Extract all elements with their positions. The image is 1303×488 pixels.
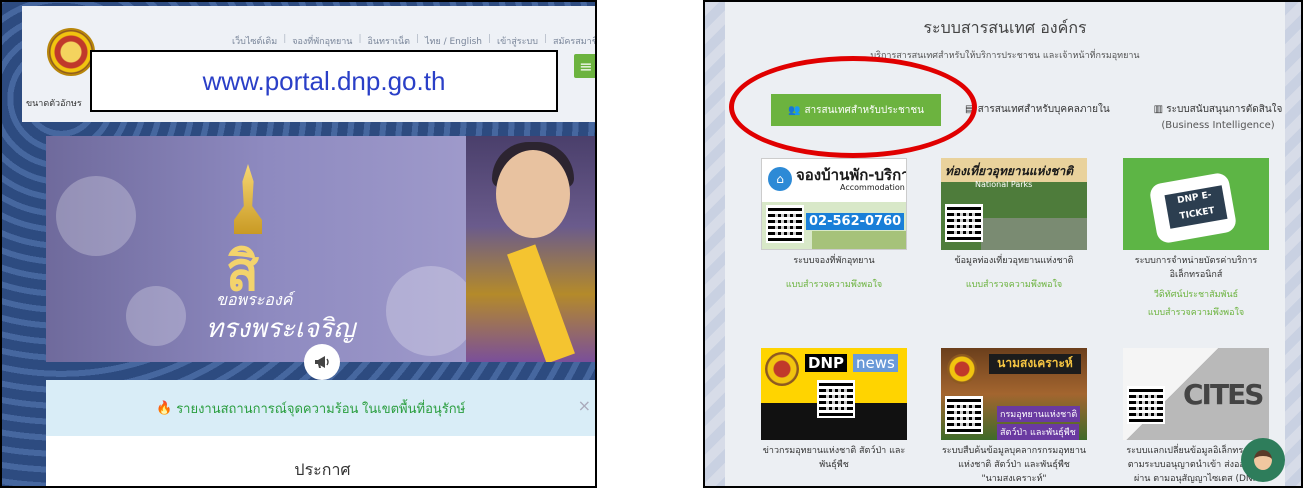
- landscape-image: [812, 231, 906, 249]
- announcement-title: ประกาศ: [294, 462, 351, 479]
- qr-code-icon: [1127, 386, 1165, 424]
- megaphone-icon[interactable]: [304, 344, 340, 380]
- namsongkhro-thumbnail[interactable]: นามสงเคราะห์ กรมอุทยานแห่งชาติ สัตว์ป่า …: [941, 348, 1087, 440]
- survey-link[interactable]: แบบสำรวจความพึงพอใจ: [761, 276, 907, 294]
- tab-bi-sublabel: (Business Intelligence): [1161, 120, 1275, 131]
- url-text: www.portal.dnp.go.th: [202, 65, 446, 96]
- right-screenshot: ระบบสารสนเทศ องค์กร บริการสารสนเทศสำหรับ…: [703, 0, 1303, 488]
- royal-portrait: [466, 136, 595, 362]
- home-icon: ⌂: [768, 167, 792, 191]
- qr-code-icon: [817, 380, 855, 418]
- flower-decoration: [126, 286, 186, 346]
- card-caption[interactable]: ระบบสืบค้นข้อมูลบุคลากรกรมอุทยานแห่งชาติ…: [941, 444, 1087, 486]
- survey-link[interactable]: แบบสำรวจความพึงพอใจ: [1123, 304, 1269, 322]
- thumb-title-a: DNP: [805, 354, 847, 372]
- announcement-section: ประกาศ: [46, 436, 595, 486]
- section-subtitle: บริการสารสนเทศสำหรับให้บริการประชาชน และ…: [870, 51, 1140, 61]
- users-icon: 👥: [788, 104, 801, 116]
- card-e-ticket[interactable]: DNP E-TICKET ระบบการจำหน่ายบัตรค่าบริการ…: [1123, 158, 1269, 322]
- thumb-line-2: สัตว์ป่า และพันธุ์พืช: [997, 424, 1079, 440]
- info-systems-panel: ระบบสารสนเทศ องค์กร บริการสารสนเทศสำหรับ…: [725, 2, 1285, 486]
- hotspot-alert[interactable]: 🔥 รายงานสถานการณ์จุดความร้อน ในเขตพื้นที…: [46, 380, 595, 436]
- document-icon: ▤: [965, 104, 975, 115]
- font-size-label[interactable]: ขนาดตัวอักษร: [26, 96, 82, 110]
- card-namsongkhro[interactable]: นามสงเคราะห์ กรมอุทยานแห่งชาติ สัตว์ป่า …: [941, 348, 1087, 486]
- dnp-emblem-icon: [947, 354, 977, 384]
- fire-icon: 🔥: [156, 400, 173, 416]
- dnp-emblem-icon: [765, 352, 799, 386]
- left-screenshot: เว็บไซต์เดิม | จองที่พักอุทยาน | อินทราเน็…: [0, 0, 597, 488]
- chat-assistant-avatar[interactable]: [1241, 438, 1285, 482]
- link-accommodation[interactable]: จองที่พักอุทยาน: [292, 34, 352, 48]
- banner-line-2: ทรงพระเจริญ: [206, 314, 356, 344]
- survey-link[interactable]: แบบสำรวจความพึงพอใจ: [941, 276, 1087, 294]
- qr-code-icon: [945, 204, 983, 242]
- tab-bi-label: ระบบสนับสนุนการตัดสินใจ: [1166, 104, 1283, 115]
- card-accommodation[interactable]: ⌂ จองบ้านพัก-บริการ Accommodation 02-562…: [761, 158, 907, 294]
- close-icon[interactable]: ×: [578, 396, 591, 415]
- dnp-logo[interactable]: [47, 28, 95, 76]
- tab-public-info[interactable]: 👥 สารสนเทศสำหรับประชาชน: [771, 94, 941, 126]
- national-parks-thumbnail[interactable]: ท่องเที่ยวอุทยานแห่งชาติ National Parks: [941, 158, 1087, 250]
- thumb-line-1: กรมอุทยานแห่งชาติ: [997, 406, 1081, 422]
- flower-decoration: [386, 266, 476, 356]
- thumb-subtitle: Accommodation: [840, 183, 905, 192]
- card-national-parks[interactable]: ท่องเที่ยวอุทยานแห่งชาติ National Parks …: [941, 158, 1087, 294]
- landscape-image: [981, 218, 1087, 250]
- thumb-title-b: news: [853, 354, 898, 372]
- thumb-subtitle: National Parks: [975, 180, 1033, 189]
- card-caption[interactable]: ข่าวกรมอุทยานแห่งชาติ สัตว์ป่า และพันธุ์…: [761, 444, 907, 472]
- accommodation-thumbnail[interactable]: ⌂ จองบ้านพัก-บริการ Accommodation 02-562…: [761, 158, 907, 250]
- hero-banner[interactable]: สิ ขอพระองค์ ทรงพระเจริญ: [46, 136, 595, 362]
- link-login[interactable]: เข้าสู่ระบบ: [497, 34, 538, 48]
- card-dnp-news[interactable]: DNP news ข่าวกรมอุทยานแห่งชาติ สัตว์ป่า …: [761, 348, 907, 472]
- card-caption[interactable]: ระบบการจำหน่ายบัตรค่าบริการ อิเล็กทรอนิก…: [1123, 254, 1269, 282]
- link-language[interactable]: ไทย / English: [425, 34, 482, 48]
- video-link[interactable]: วีดิทัศน์ประชาสัมพันธ์: [1123, 286, 1269, 304]
- link-old-website[interactable]: เว็บไซต์เดิม: [232, 34, 277, 48]
- tab-internal-info[interactable]: ▤ สารสนเทศสำหรับบุคคลภายใน: [965, 102, 1110, 117]
- e-ticket-thumbnail[interactable]: DNP E-TICKET: [1123, 158, 1269, 250]
- top-links: เว็บไซต์เดิม | จองที่พักอุทยาน | อินทราเน็…: [232, 34, 595, 48]
- qr-code-icon: [945, 396, 983, 434]
- qr-code-icon: [766, 205, 804, 243]
- avatar-icon: [1254, 450, 1272, 470]
- tab-business-intelligence[interactable]: ▥ ระบบสนับสนุนการตัดสินใจ (Business Inte…: [1143, 102, 1293, 134]
- url-callout: www.portal.dnp.go.th: [90, 50, 558, 112]
- thumb-title: นามสงเคราะห์: [989, 354, 1081, 374]
- bar-chart-icon: ▥: [1153, 104, 1164, 115]
- alert-text[interactable]: รายงานสถานการณ์จุดความร้อน ในเขตพื้นที่อ…: [176, 398, 465, 419]
- dnp-news-thumbnail[interactable]: DNP news: [761, 348, 907, 440]
- card-caption[interactable]: ข้อมูลท่องเที่ยวอุทยานแห่งชาติ: [941, 254, 1087, 268]
- card-caption[interactable]: ระบบจองที่พักอุทยาน: [761, 254, 907, 268]
- thumb-title: CITES: [1183, 378, 1264, 411]
- tab-internal-label: สารสนเทศสำหรับบุคคลภายใน: [977, 104, 1110, 115]
- section-title: ระบบสารสนเทศ องค์กร: [923, 18, 1087, 37]
- thumb-title: ท่องเที่ยวอุทยานแห่งชาติ: [945, 164, 1074, 178]
- flower-decoration: [56, 176, 136, 256]
- cites-thumbnail[interactable]: CITES: [1123, 348, 1269, 440]
- tab-public-label: สารสนเทศสำหรับประชาชน: [804, 104, 924, 116]
- crown-emblem: [234, 164, 262, 234]
- hamburger-menu-button[interactable]: ≡: [574, 54, 595, 78]
- link-register[interactable]: สมัครสมาชิก: [553, 34, 595, 48]
- thumb-phone: 02-562-0760: [806, 213, 905, 230]
- link-intranet[interactable]: อินทราเน็ต: [368, 34, 410, 48]
